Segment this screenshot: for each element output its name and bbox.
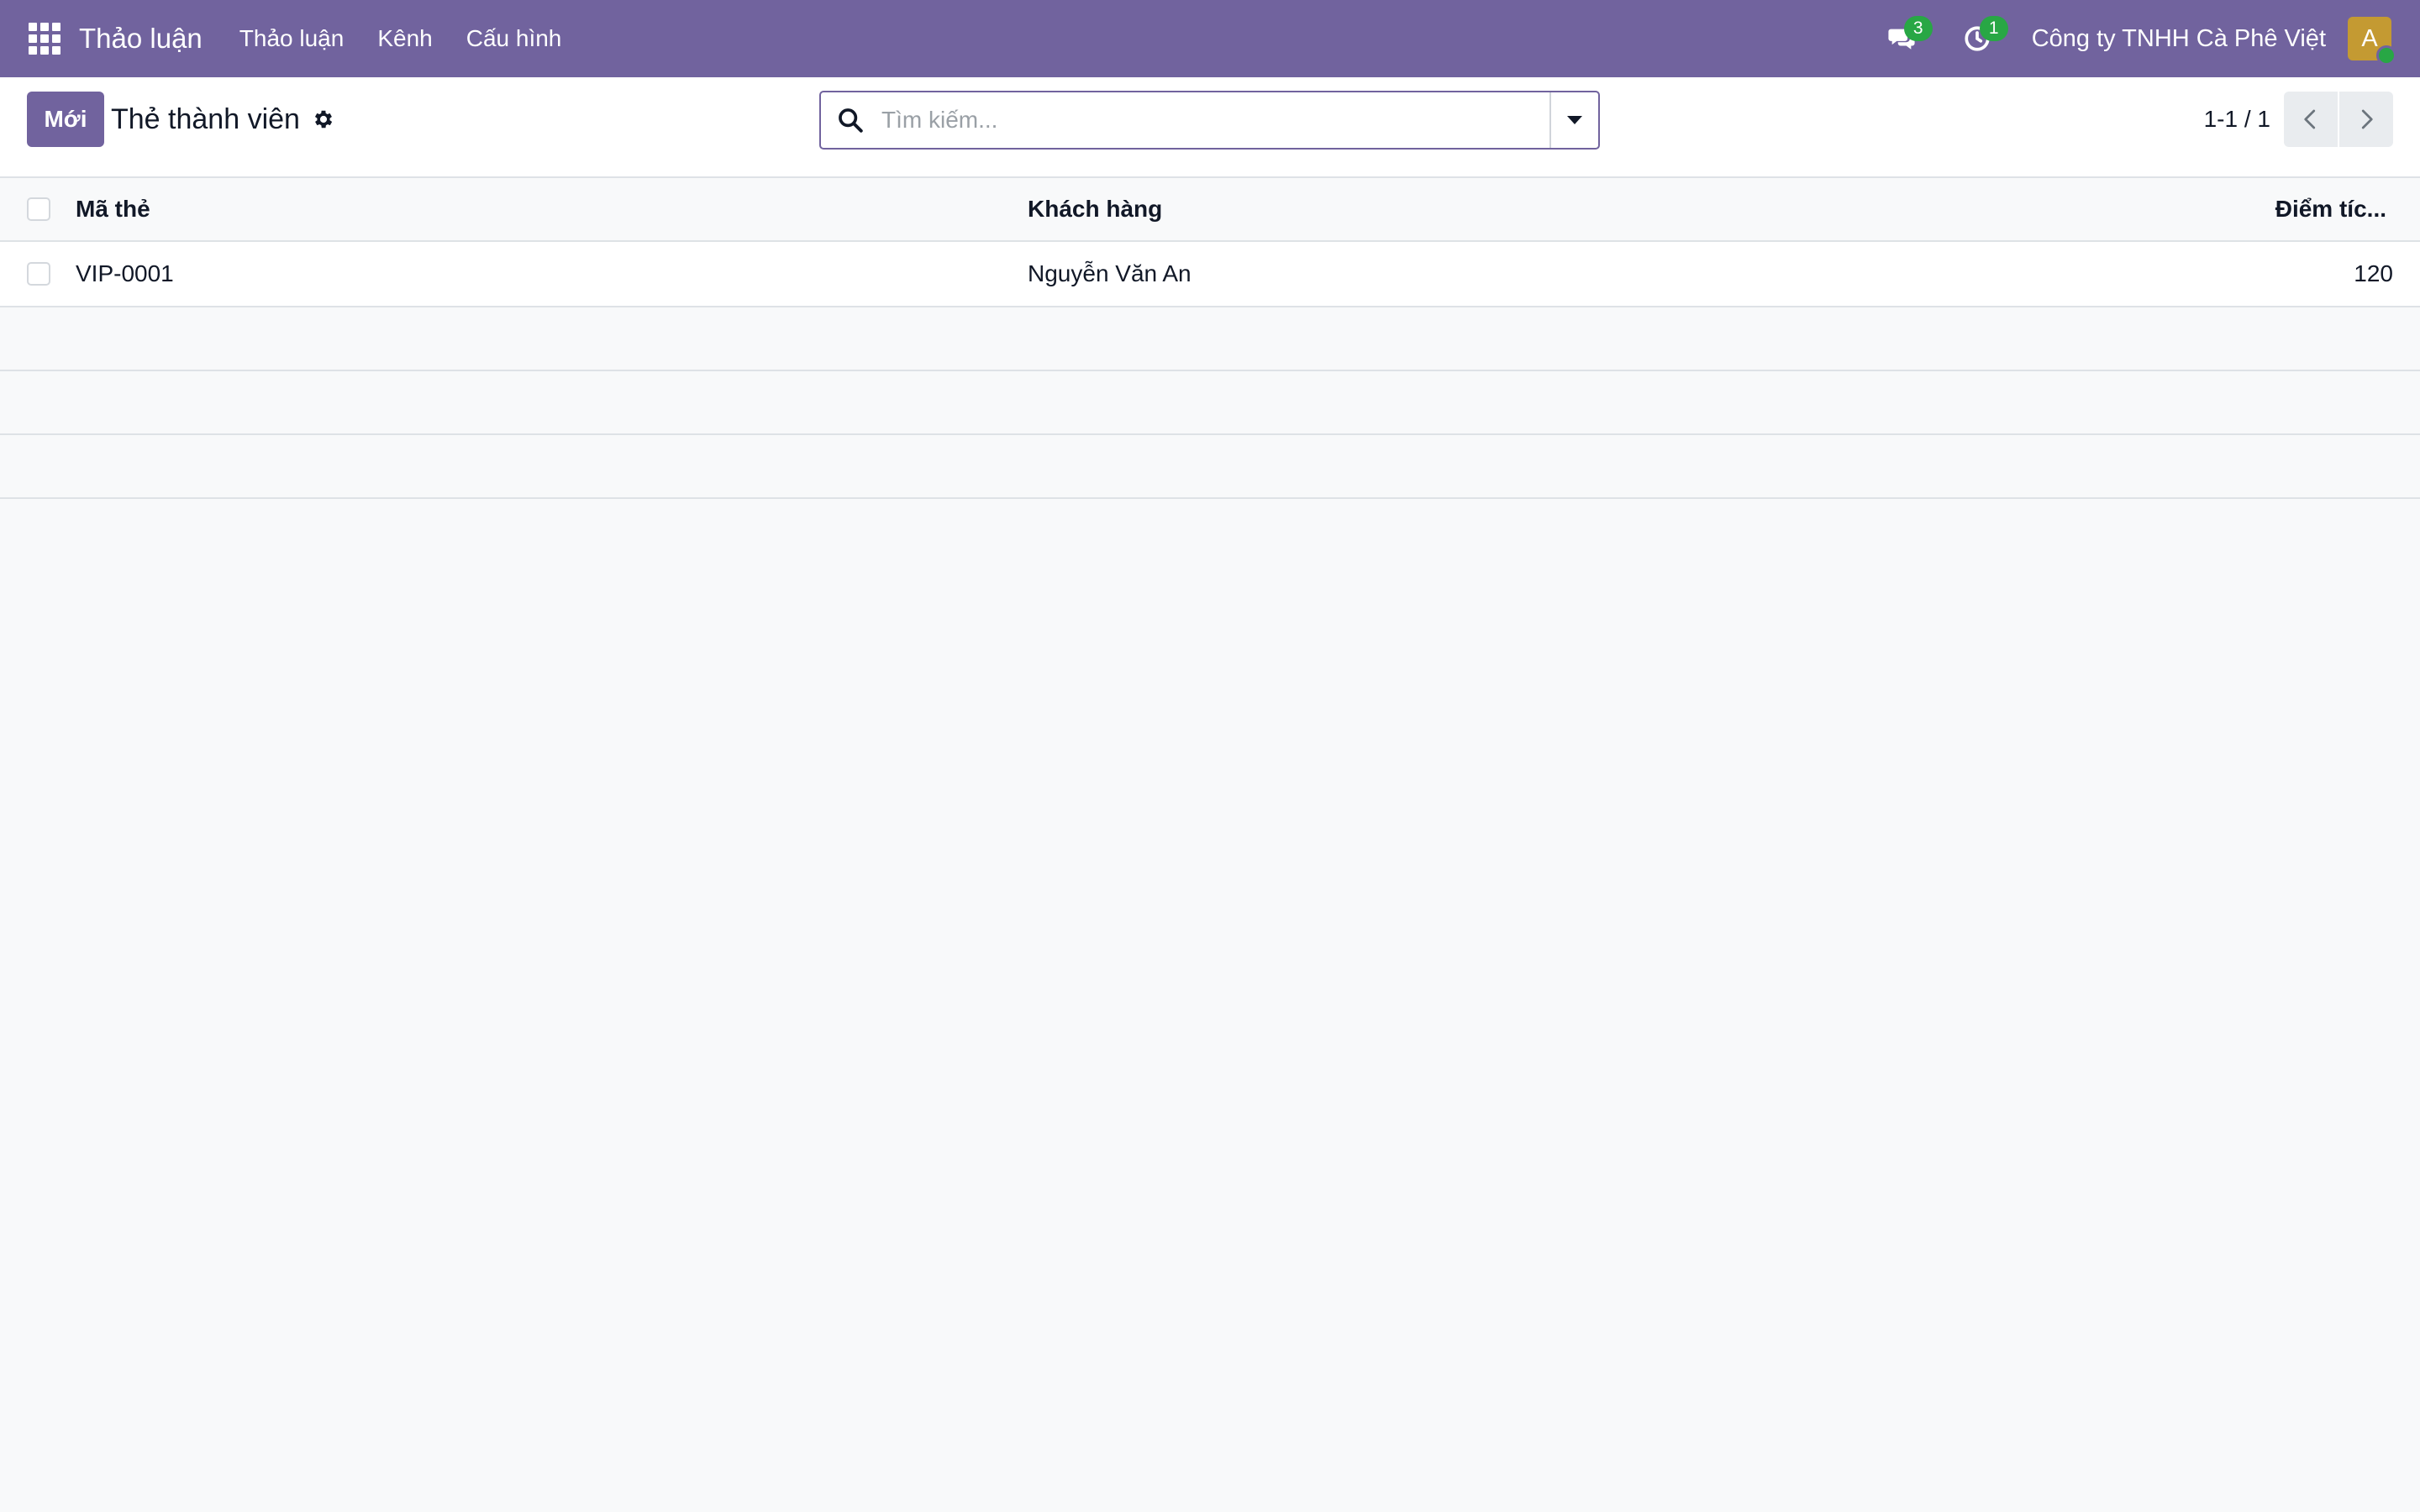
row-checkbox[interactable] <box>27 262 50 286</box>
search-input[interactable] <box>880 92 1549 148</box>
new-button[interactable]: Mới <box>27 92 104 147</box>
list-view: Mã thẻ Khách hàng Điểm tíc... VIP-0001 N… <box>0 178 2420 499</box>
main-menu: Thảo luận Kênh Cấu hình <box>223 0 579 77</box>
menu-item-discuss[interactable]: Thảo luận <box>223 0 361 77</box>
top-navbar: Thảo luận Thảo luận Kênh Cấu hình 3 1 Cô… <box>0 0 2420 77</box>
pager-previous-button[interactable] <box>2284 92 2338 147</box>
chevron-right-icon <box>2361 109 2373 129</box>
cell-card-code: VIP-0001 <box>76 260 174 286</box>
pager-value[interactable]: 1-1 / 1 <box>2204 106 2270 133</box>
caret-down-icon <box>1567 116 1582 124</box>
search-bar <box>819 91 1600 150</box>
empty-table-row <box>0 307 2420 371</box>
apps-menu-icon[interactable] <box>25 19 64 58</box>
column-header-points[interactable]: Điểm tíc... <box>2275 196 2386 223</box>
messages-button[interactable]: 3 <box>1881 16 1933 60</box>
cell-points: 120 <box>2354 260 2393 286</box>
activities-button[interactable]: 1 <box>1956 16 2008 60</box>
menu-item-channels[interactable]: Kênh <box>360 0 449 77</box>
column-header-card-code[interactable]: Mã thẻ <box>76 196 150 223</box>
gear-icon[interactable] <box>312 108 335 131</box>
page-title: Thẻ thành viên <box>111 102 300 135</box>
company-switcher[interactable]: Công ty TNHH Cà Phê Việt <box>2032 25 2326 53</box>
chevron-left-icon <box>2304 109 2316 129</box>
messages-count-badge: 3 <box>1903 16 1933 41</box>
systray: 3 1 Công ty TNHH Cà Phê Việt A <box>1881 0 2420 77</box>
cell-customer: Nguyễn Văn An <box>1028 260 1192 286</box>
empty-table-row <box>0 371 2420 435</box>
search-icon <box>839 108 863 133</box>
table-header: Mã thẻ Khách hàng Điểm tíc... <box>0 178 2420 242</box>
online-status-indicator <box>2376 45 2396 66</box>
search-options-toggle[interactable] <box>1549 92 1598 148</box>
activities-count-badge: 1 <box>1979 16 2008 41</box>
breadcrumb: Thẻ thành viên <box>111 97 335 141</box>
table-row[interactable]: VIP-0001 Nguyễn Văn An 120 <box>0 242 2420 307</box>
app-brand[interactable]: Thảo luận <box>79 23 203 55</box>
menu-item-configuration[interactable]: Cấu hình <box>450 0 579 77</box>
user-avatar[interactable]: A <box>2348 17 2396 66</box>
avatar-initial: A <box>2361 24 2378 52</box>
search-icon-wrapper <box>821 92 880 148</box>
column-header-customer[interactable]: Khách hàng <box>1028 196 1162 223</box>
pager-next-button[interactable] <box>2339 92 2393 147</box>
empty-table-row <box>0 435 2420 499</box>
select-all-checkbox[interactable] <box>27 197 50 221</box>
control-panel: Mới Thẻ thành viên 1-1 / 1 <box>0 77 2420 178</box>
pager: 1-1 / 1 <box>2204 92 2393 147</box>
